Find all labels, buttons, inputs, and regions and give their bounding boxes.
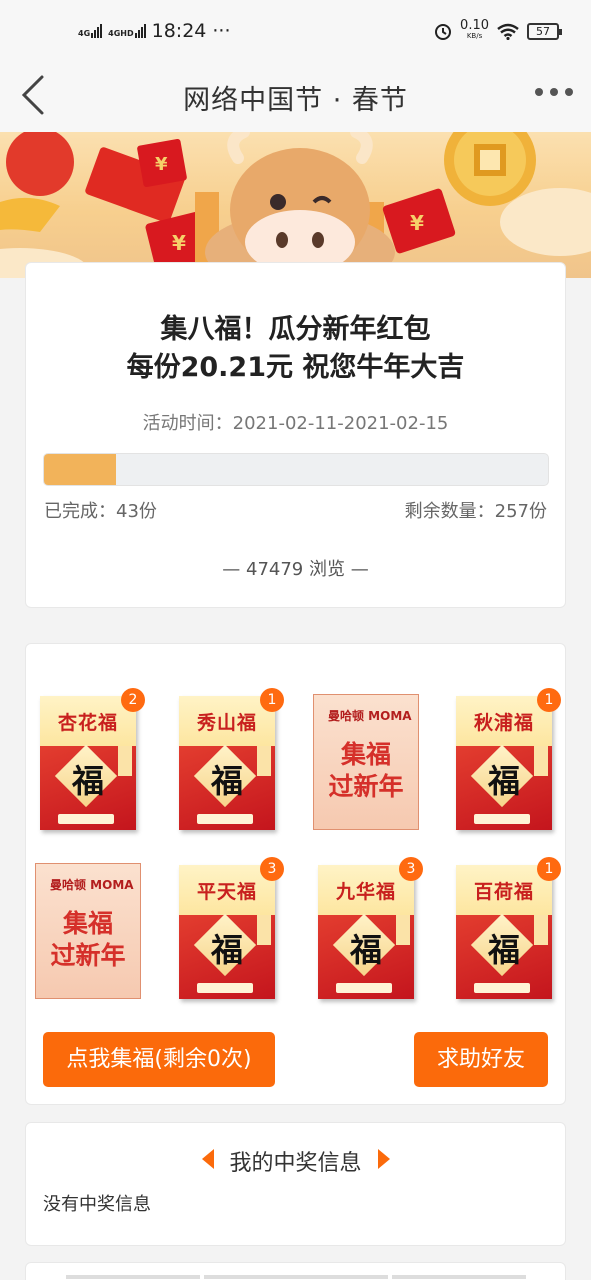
promo-text: 集福 过新年 — [314, 739, 418, 803]
divider — [66, 1275, 200, 1279]
fu-card-pingtian[interactable]: 平天福 福 3 — [179, 857, 284, 999]
banner-illustration: ¥ ¥ ¥ — [0, 132, 591, 278]
network-speed: 0.10 KB/s — [460, 18, 489, 42]
fu-card-name: 秋浦福 — [473, 711, 534, 734]
battery-icon: 57 — [527, 22, 562, 40]
fu-count-badge: 1 — [537, 688, 561, 712]
svg-text:¥: ¥ — [172, 231, 186, 255]
status-time: 18:24 — [151, 20, 207, 42]
activity-title-line1: 集八福！瓜分新年红包 — [160, 314, 431, 345]
collect-fu-button[interactable]: 点我集福(剩余0次) — [43, 1032, 275, 1087]
promo-text: 集福 过新年 — [36, 908, 140, 972]
alarm-icon — [435, 24, 452, 40]
page-title: 网络中国节 · 春节 — [183, 85, 408, 116]
remaining-count: 剩余数量：257份 — [404, 501, 547, 522]
promo-brand-logo: 曼哈顿 MOMA — [328, 709, 412, 723]
promo-line1: 集福 — [62, 909, 113, 938]
activity-time: 活动时间：2021-02-11-2021-02-15 — [26, 409, 565, 435]
ask-friend-button[interactable]: 求助好友 — [414, 1032, 548, 1087]
fu-count-badge: 1 — [260, 688, 284, 712]
activity-card: 集八福！瓜分新年红包 每份20.21元 祝您牛年大吉 活动时间：2021-02-… — [25, 262, 566, 608]
status-left: 4G 4GHD 18:24 ··· — [78, 20, 231, 42]
prize-empty-text: 没有中奖信息 — [43, 1194, 151, 1215]
fu-count-badge: 3 — [260, 857, 284, 881]
fu-count-badge: 2 — [121, 688, 145, 712]
fu-count-badge: 1 — [537, 857, 561, 881]
activity-title: 集八福！瓜分新年红包 每份20.21元 祝您牛年大吉 — [26, 311, 565, 387]
prize-info-card: 我的中奖信息 没有中奖信息 — [25, 1122, 566, 1246]
fu-card-char: 福 — [210, 931, 243, 969]
progress-fill — [44, 454, 117, 485]
progress-bar — [43, 453, 549, 486]
fu-card-char: 福 — [487, 931, 520, 969]
fu-card-name: 百荷福 — [473, 880, 534, 903]
fu-collection-card: 杏花福 福 2 秀山福 福 1 曼哈顿 MOMA 集福 过新年 秋浦福 福 1 … — [25, 643, 566, 1105]
arrow-right-icon[interactable] — [378, 1149, 390, 1169]
fu-card-char: 福 — [487, 762, 520, 800]
fu-card-char: 福 — [349, 931, 382, 969]
speed-value: 0.10 — [460, 18, 489, 33]
signal-label-2: 4GHD — [108, 29, 134, 38]
svg-text:¥: ¥ — [155, 154, 168, 175]
fu-card-xiushan[interactable]: 秀山福 福 1 — [179, 688, 284, 830]
fu-card-name: 九华福 — [335, 880, 396, 903]
wifi-icon — [497, 23, 519, 40]
promo-brand-logo: 曼哈顿 MOMA — [50, 878, 134, 892]
completed-count: 已完成：43份 — [44, 501, 157, 522]
fu-card-promo[interactable]: 曼哈顿 MOMA 集福 过新年 — [35, 863, 141, 999]
status-more-icon: ··· — [212, 20, 231, 42]
nav-bar: 网络中国节 · 春节 — [0, 62, 591, 132]
fu-count-badge: 3 — [399, 857, 423, 881]
activity-time-label: 活动时间： — [142, 413, 233, 434]
fu-card-name: 平天福 — [196, 880, 257, 903]
activity-time-range: 2021-02-11-2021-02-15 — [232, 413, 449, 434]
fu-card-char: 福 — [210, 762, 243, 800]
view-count: — 47479 浏览 — — [222, 559, 369, 580]
fu-card-xinghua[interactable]: 杏花福 福 2 — [40, 688, 145, 830]
fu-card-jiuhua[interactable]: 九华福 福 3 — [318, 857, 423, 999]
divider — [204, 1275, 388, 1279]
fu-card-qiupu[interactable]: 秋浦福 福 1 — [456, 688, 561, 830]
fu-card-name: 秀山福 — [196, 711, 257, 734]
banner-image: ¥ ¥ ¥ — [0, 132, 591, 278]
promo-line2: 过新年 — [328, 772, 404, 801]
fu-card-baihe[interactable]: 百荷福 福 1 — [456, 857, 561, 999]
fu-card-promo[interactable]: 曼哈顿 MOMA 集福 过新年 — [313, 694, 419, 830]
signal-label-1: 4G — [78, 29, 91, 38]
fu-card-name: 杏花福 — [57, 711, 118, 734]
promo-line1: 集福 — [340, 740, 391, 769]
more-options-icon[interactable] — [535, 88, 573, 96]
status-right: 0.10 KB/s 57 — [434, 18, 562, 42]
signal-4ghd-icon: 4GHD — [108, 24, 146, 38]
bottom-card — [25, 1262, 566, 1280]
divider — [392, 1275, 526, 1279]
activity-title-line2: 每份20.21元 祝您牛年大吉 — [126, 352, 465, 383]
status-bar: 4G 4GHD 18:24 ··· 0.10 KB/s 57 — [0, 0, 591, 62]
signal-4g-icon: 4G — [78, 24, 103, 38]
prize-title: 我的中奖信息 — [229, 1151, 362, 1176]
svg-text:¥: ¥ — [410, 211, 424, 235]
promo-line2: 过新年 — [50, 941, 126, 970]
speed-unit: KB/s — [466, 32, 483, 40]
fu-card-char: 福 — [71, 762, 104, 800]
